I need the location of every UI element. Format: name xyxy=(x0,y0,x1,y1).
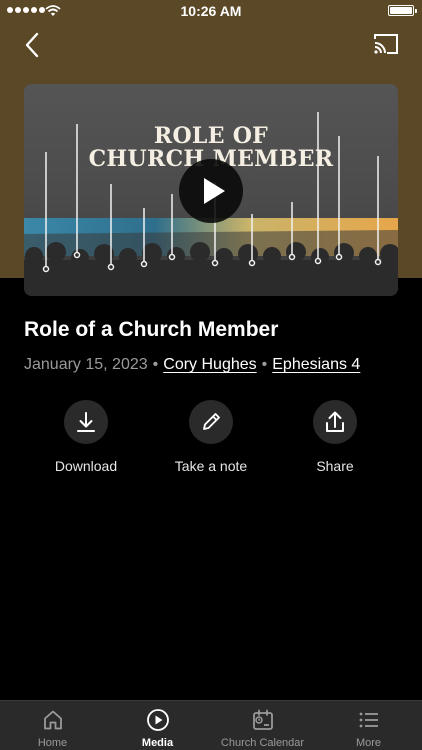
status-time: 10:26 AM xyxy=(180,3,242,19)
calendar-icon xyxy=(253,709,273,730)
meta-separator: • xyxy=(261,356,268,373)
home-icon xyxy=(44,710,62,730)
tab-more[interactable]: More xyxy=(316,701,421,750)
share-label: Share xyxy=(316,458,354,474)
media-meta: January 15, 2023 • Cory Hughes • Ephesians 4 xyxy=(24,356,360,374)
media-date: January 15, 2023 xyxy=(24,356,148,373)
tab-bar: Home Media Church Calendar More xyxy=(0,700,422,750)
speaker-link[interactable]: Cory Hughes xyxy=(163,356,256,373)
meta-separator: • xyxy=(152,356,159,373)
tab-media[interactable]: Media xyxy=(105,701,210,750)
tab-home[interactable]: Home xyxy=(0,701,105,750)
download-label: Download xyxy=(54,458,118,474)
take-note-label: Take a note xyxy=(174,458,248,474)
pencil-icon xyxy=(203,413,220,430)
thumbnail-title-line1: ROLE OF xyxy=(153,123,269,149)
passage-link[interactable]: Ephesians 4 xyxy=(272,356,360,373)
download-icon xyxy=(77,412,95,432)
take-note-button[interactable]: Take a note xyxy=(151,400,271,474)
play-button[interactable] xyxy=(179,159,243,223)
media-title: Role of a Church Member xyxy=(24,318,279,341)
play-icon xyxy=(204,178,225,204)
share-circle xyxy=(313,400,357,444)
tab-more-label: More xyxy=(355,737,382,749)
share-button[interactable]: Share xyxy=(275,400,395,474)
status-bar: 10:26 AM xyxy=(0,0,422,22)
tab-church-calendar-label: Church Calendar xyxy=(220,737,305,749)
media-thumbnail[interactable]: ROLE OF CHURCH MEMBER xyxy=(24,84,398,296)
media-actions: Download Take a note Share xyxy=(0,400,422,480)
download-circle xyxy=(64,400,108,444)
share-icon xyxy=(326,411,344,432)
cast-icon[interactable] xyxy=(372,31,400,57)
take-note-circle xyxy=(189,400,233,444)
download-button[interactable]: Download xyxy=(26,400,146,474)
tab-church-calendar[interactable]: Church Calendar xyxy=(210,701,315,750)
chevron-left-icon[interactable] xyxy=(18,30,48,60)
tab-home-label: Home xyxy=(37,737,68,749)
play-circle-icon xyxy=(147,709,169,731)
list-icon xyxy=(359,712,378,728)
battery-icon xyxy=(388,5,417,16)
tab-media-label: Media xyxy=(141,737,174,749)
